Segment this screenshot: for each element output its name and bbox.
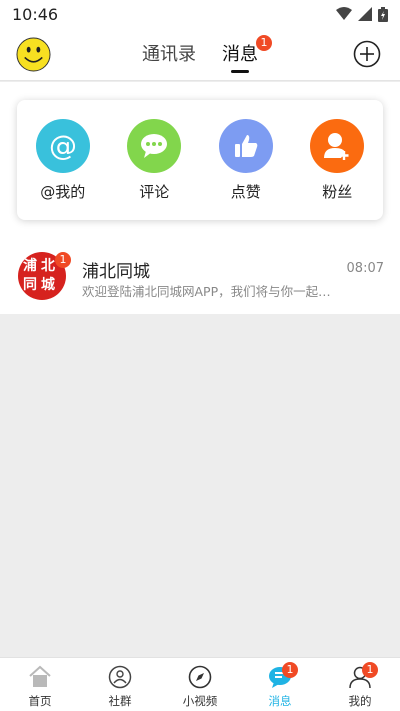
nav-profile[interactable]: 我的 1 [320, 658, 400, 711]
nav-short-video[interactable]: 小视频 [160, 658, 240, 711]
quick-action-label: 粉丝 [322, 183, 353, 201]
tab-messages-badge: 1 [256, 35, 272, 51]
nav-label: 消息 [268, 694, 292, 708]
compass-icon [188, 665, 212, 689]
quick-action-label: @我的 [40, 183, 86, 201]
wifi-icon [336, 7, 352, 20]
message-title: 浦北同城 [82, 262, 150, 282]
fan-user-icon [310, 119, 365, 173]
top-header: 通讯录 消息 1 [0, 28, 400, 81]
nav-community[interactable]: 社群 [80, 658, 160, 711]
tab-contacts[interactable]: 通讯录 [142, 28, 196, 81]
nav-home[interactable]: 首页 [0, 658, 80, 711]
svg-text:@: @ [49, 130, 77, 162]
bottom-navigation: 首页 社群 小视频 消息 1 我的 1 [0, 657, 400, 711]
quick-action-at-me[interactable]: @ @我的 [28, 119, 98, 220]
status-bar: 10:46 [0, 0, 400, 28]
quick-action-fans[interactable]: 粉丝 [302, 119, 372, 220]
nav-messages[interactable]: 消息 1 [240, 658, 320, 711]
comment-icon [127, 119, 182, 173]
status-time: 10:46 [12, 4, 59, 24]
tab-messages-label: 消息 [222, 44, 258, 65]
nav-label: 首页 [28, 694, 52, 708]
community-icon [108, 665, 132, 689]
quick-action-comments[interactable]: 评论 [119, 119, 189, 220]
tab-messages[interactable]: 消息 1 [222, 28, 272, 81]
nav-label: 社群 [108, 694, 132, 708]
message-list-item[interactable]: 浦北同城 1 浦北同城 08:07 欢迎登陆浦北同城网APP，我们将与你一起… [0, 244, 400, 312]
tab-active-indicator [231, 70, 249, 73]
home-icon [29, 665, 51, 687]
add-icon[interactable] [353, 40, 381, 68]
signal-icon [358, 7, 372, 21]
tab-contacts-label: 通讯录 [142, 44, 196, 65]
system-icons [336, 6, 388, 22]
battery-icon [378, 6, 388, 22]
nav-label: 我的 [348, 694, 372, 708]
nav-profile-badge: 1 [362, 662, 378, 678]
quick-action-label: 评论 [139, 183, 170, 201]
nav-label: 小视频 [182, 694, 218, 708]
thumbs-up-icon [218, 119, 273, 173]
message-preview: 欢迎登陆浦北同城网APP，我们将与你一起… [82, 284, 331, 299]
quick-action-likes[interactable]: 点赞 [211, 119, 281, 220]
nav-messages-badge: 1 [282, 662, 298, 678]
header-tabs: 通讯录 消息 1 [0, 28, 400, 81]
quick-action-label: 点赞 [230, 183, 261, 201]
quick-actions-card: @ @我的 评论 点赞 粉丝 [17, 100, 383, 220]
message-time: 08:07 [346, 261, 384, 276]
at-icon: @ [35, 119, 90, 173]
unread-badge: 1 [55, 252, 71, 268]
